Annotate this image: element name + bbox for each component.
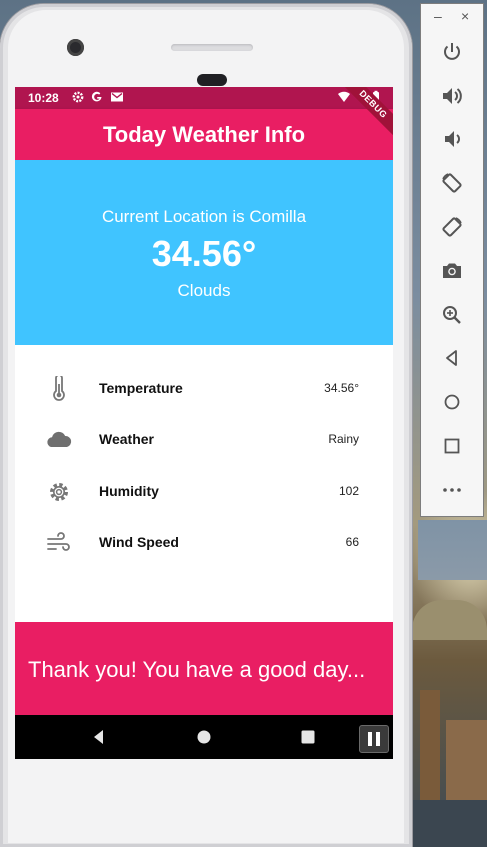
- page-title: Today Weather Info: [102, 122, 306, 147]
- wifi-icon: [338, 91, 350, 102]
- detail-label: Weather: [99, 431, 154, 447]
- earpiece: [197, 74, 227, 86]
- overview-icon[interactable]: [440, 434, 464, 458]
- home-nav-icon[interactable]: [194, 727, 214, 747]
- power-icon[interactable]: [440, 40, 464, 64]
- volume-up-icon[interactable]: [440, 84, 464, 108]
- rotate-left-icon[interactable]: [440, 171, 464, 195]
- detail-value: 34.56°: [324, 381, 359, 395]
- rotate-right-icon[interactable]: [440, 215, 464, 239]
- current-temperature: 34.56°: [151, 233, 257, 274]
- gmail-status-icon: [111, 92, 123, 102]
- pause-icon: [376, 732, 380, 746]
- volume-down-icon[interactable]: [440, 127, 464, 151]
- detail-label: Temperature: [99, 380, 183, 396]
- wind-icon: [47, 532, 70, 551]
- settings-status-icon: [72, 91, 84, 103]
- home-icon[interactable]: [440, 390, 464, 414]
- google-status-icon: [91, 91, 102, 102]
- cloud-icon: [47, 431, 72, 447]
- camera-icon[interactable]: [440, 259, 464, 283]
- pause-icon: [368, 732, 372, 746]
- thermometer-icon: [53, 376, 65, 401]
- phone-screen: 10:28 Today Weather Info DEBUG Current L…: [15, 87, 393, 759]
- top-speaker: [171, 44, 253, 51]
- wallpaper-street: [412, 800, 487, 847]
- footer-banner: Thank you! You have a good day...: [15, 622, 393, 715]
- detail-value: 66: [345, 535, 359, 549]
- wallpaper-building: [420, 690, 440, 810]
- list-item-wind-speed[interactable]: Wind Speed 66: [15, 517, 393, 569]
- list-item-temperature[interactable]: Temperature 34.56°: [15, 363, 393, 415]
- status-time: 10:28: [28, 91, 59, 105]
- overview-nav-icon[interactable]: [298, 727, 318, 747]
- list-item-humidity[interactable]: Humidity 102: [15, 466, 393, 518]
- toolbar-titlebar: – ×: [421, 4, 483, 30]
- more-icon[interactable]: [440, 478, 464, 502]
- detail-label: Wind Speed: [99, 534, 179, 550]
- minimize-button[interactable]: –: [434, 8, 442, 24]
- wallpaper-hill: [412, 600, 487, 640]
- back-nav-icon[interactable]: [89, 727, 109, 747]
- app-bar: Today Weather Info: [15, 109, 393, 160]
- emulator-toolbar: – ×: [420, 3, 484, 517]
- android-nav-bar: [15, 715, 393, 759]
- weather-summary: Current Location is Comilla 34.56° Cloud…: [15, 160, 393, 345]
- zoom-icon[interactable]: [440, 303, 464, 327]
- back-icon[interactable]: [440, 346, 464, 370]
- pause-button[interactable]: [359, 725, 389, 753]
- detail-value: 102: [338, 484, 359, 498]
- front-camera: [67, 39, 84, 56]
- wallpaper-sky: [418, 520, 487, 580]
- footer-message: Thank you! You have a good day...: [28, 657, 366, 682]
- wallpaper-building: [446, 720, 487, 800]
- current-location: Current Location is Comilla: [101, 207, 307, 226]
- detail-label: Humidity: [99, 483, 159, 499]
- weather-description: Clouds: [177, 281, 231, 300]
- gear-icon: [50, 483, 68, 501]
- detail-value: Rainy: [328, 432, 359, 446]
- list-item-weather[interactable]: Weather Rainy: [15, 414, 393, 466]
- close-button[interactable]: ×: [461, 8, 469, 24]
- status-bar: 10:28: [15, 87, 393, 109]
